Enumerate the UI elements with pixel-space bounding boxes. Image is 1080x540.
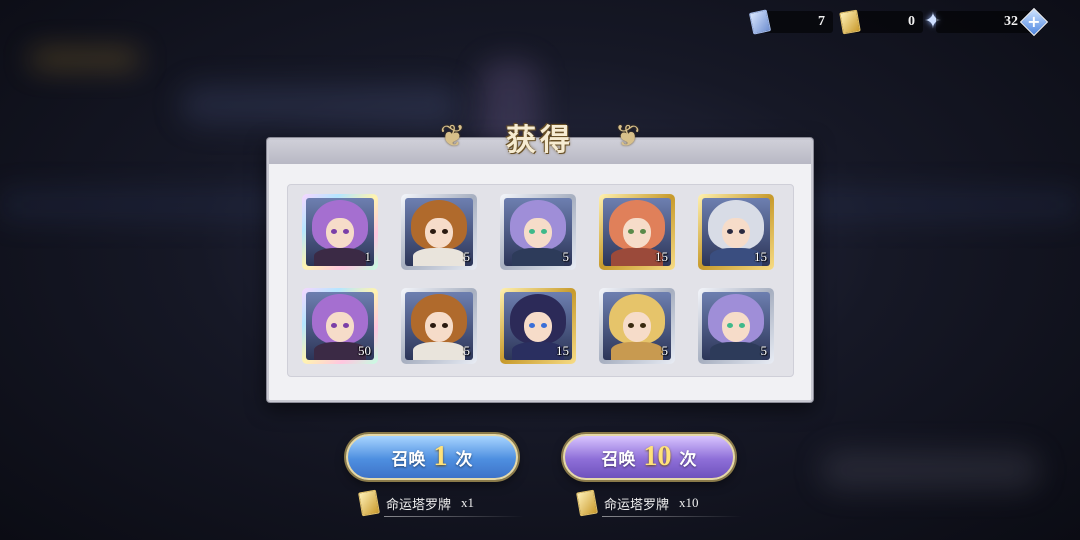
portrait-eye (430, 323, 436, 328)
background-glow (820, 450, 1040, 490)
portrait-eye (343, 323, 349, 328)
tarot-card-icon (358, 489, 380, 517)
portrait-eye (739, 229, 745, 234)
currency-blue-card: 7 (748, 9, 833, 35)
portrait-eye (628, 229, 634, 234)
tarot-card-icon (576, 489, 598, 517)
item-quantity: 15 (754, 249, 767, 264)
portrait-eye (628, 323, 634, 328)
ornament-wing-icon: ❦ (614, 119, 640, 154)
portrait-face (425, 218, 453, 248)
portrait-eye (442, 229, 448, 234)
item-quantity: 15 (655, 249, 668, 264)
plus-icon: + (1027, 12, 1041, 31)
item-quantity: 50 (358, 343, 371, 358)
portrait-body (611, 342, 663, 360)
panel-title: 获得 (506, 124, 574, 157)
item-quantity: 5 (463, 249, 471, 264)
portrait-face (326, 218, 354, 248)
portrait-body (314, 248, 366, 266)
portrait-eye (640, 229, 646, 234)
portrait-face (722, 312, 750, 342)
portrait-body (710, 342, 762, 360)
currency-gold-card: 0 (839, 9, 923, 35)
currency-value: 32 (936, 11, 1032, 33)
reward-item[interactable]: 5 (401, 288, 477, 364)
portrait-face (722, 218, 750, 248)
ornament-wing-icon: ❦ (440, 119, 466, 154)
portrait-eye (529, 323, 535, 328)
portrait-eye (727, 323, 733, 328)
cost-count: x10 (679, 495, 699, 510)
portrait-body (413, 248, 465, 266)
summon-suffix: 次 (455, 449, 473, 469)
portrait-face (623, 312, 651, 342)
character-portrait: 5 (405, 198, 473, 266)
portrait-eye (739, 323, 745, 328)
portrait-eye (541, 229, 547, 234)
background-glow (30, 50, 140, 68)
reward-item[interactable]: 50 (302, 288, 378, 364)
portrait-face (524, 312, 552, 342)
divider (602, 516, 742, 517)
summon-once-button[interactable]: 召唤 1 次 (346, 434, 518, 480)
reward-item[interactable]: 15 (698, 194, 774, 270)
portrait-eye (331, 323, 337, 328)
character-portrait: 5 (603, 292, 671, 360)
panel-title-banner: ❦ 获得 ❦ (440, 113, 640, 161)
currency-value: 7 (763, 11, 833, 33)
portrait-body (413, 342, 465, 360)
summon-ten-cost: 命运塔罗牌 x10 (576, 489, 742, 517)
reward-item[interactable]: 15 (599, 194, 675, 270)
currency-value: 0 (853, 11, 923, 33)
portrait-face (425, 312, 453, 342)
portrait-eye (640, 323, 646, 328)
portrait-eye (529, 229, 535, 234)
divider (384, 516, 524, 517)
summon-once-cost: 命运塔罗牌 x1 (358, 489, 524, 517)
reward-item[interactable]: 15 (500, 288, 576, 364)
item-quantity: 1 (364, 249, 372, 264)
portrait-face (326, 312, 354, 342)
cost-item-name: 命运塔罗牌 (386, 496, 452, 512)
summon-label: 召唤 (601, 449, 636, 469)
character-portrait: 15 (504, 292, 572, 360)
cost-count: x1 (461, 495, 475, 510)
reward-item[interactable]: 5 (698, 288, 774, 364)
portrait-eye (430, 229, 436, 234)
character-portrait: 15 (603, 198, 671, 266)
currency-star-crystal: ✦ 32 + (922, 7, 1049, 37)
item-quantity: 5 (562, 249, 570, 264)
portrait-face (623, 218, 651, 248)
portrait-face (524, 218, 552, 248)
character-portrait: 5 (504, 198, 572, 266)
item-quantity: 5 (760, 343, 768, 358)
character-portrait: 50 (306, 292, 374, 360)
portrait-eye (727, 229, 733, 234)
character-portrait: 5 (405, 292, 473, 360)
item-quantity: 15 (556, 343, 569, 358)
reward-item[interactable]: 5 (599, 288, 675, 364)
reward-item[interactable]: 5 (401, 194, 477, 270)
cost-item-name: 命运塔罗牌 (604, 496, 670, 512)
background-glow (180, 85, 460, 125)
portrait-body (512, 248, 564, 266)
character-portrait: 5 (702, 292, 770, 360)
reward-item[interactable]: 1 (302, 194, 378, 270)
portrait-eye (331, 229, 337, 234)
gold-card-icon (839, 9, 861, 35)
summon-ten-button[interactable]: 召唤 10 次 (563, 434, 735, 480)
summon-suffix: 次 (679, 449, 697, 469)
portrait-eye (343, 229, 349, 234)
character-portrait: 15 (702, 198, 770, 266)
reward-item[interactable]: 5 (500, 194, 576, 270)
summon-label: 召唤 (391, 449, 426, 469)
portrait-eye (541, 323, 547, 328)
item-quantity: 5 (661, 343, 669, 358)
item-quantity: 5 (463, 343, 471, 358)
summon-count: 1 (433, 441, 448, 472)
character-portrait: 1 (306, 198, 374, 266)
portrait-eye (442, 323, 448, 328)
summon-count: 10 (643, 441, 672, 472)
